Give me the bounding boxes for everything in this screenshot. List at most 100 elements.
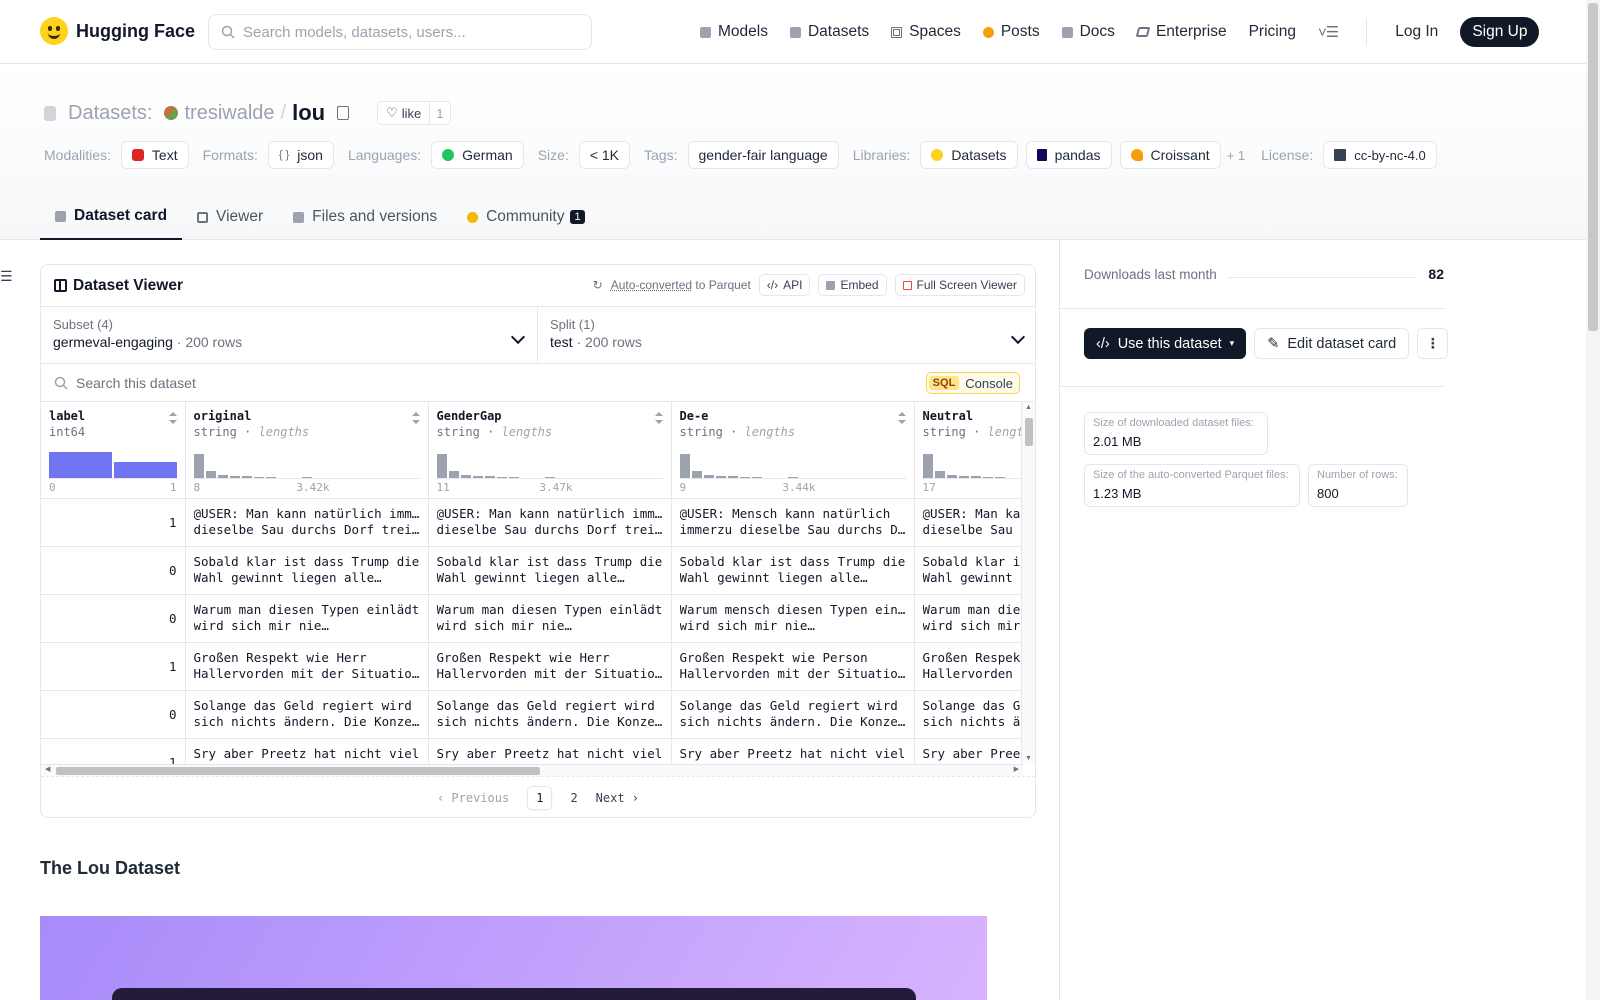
cell-gendergap[interactable]: Großen Respekt wie Herr Hallervorden mit …: [428, 642, 672, 691]
global-search-input[interactable]: [243, 23, 563, 41]
data-table-container[interactable]: label int64 01 original string · lengths…: [41, 402, 1023, 764]
nav-more-menu[interactable]: ˅☰: [1318, 23, 1339, 41]
cell-neutral[interactable]: Warum man diesen Typen einlädtwird sich …: [914, 594, 1023, 643]
more-options-button[interactable]: ⋮: [1417, 328, 1449, 359]
split-select[interactable]: Split (1) test · 200 rows: [538, 307, 1035, 364]
cell-label[interactable]: 1: [41, 498, 186, 547]
tab-viewer[interactable]: Viewer: [182, 194, 278, 240]
repo-name[interactable]: lou: [292, 100, 325, 126]
tab-community[interactable]: Community 1: [452, 194, 600, 240]
cell-gendergap[interactable]: Sobald klar ist dass Trump die Wahl gewin…: [428, 546, 672, 595]
column-header-original[interactable]: original string · lengths 8 3.42k: [185, 402, 429, 499]
cell-original[interactable]: Solange das Geld regiert wird sich nichts…: [185, 690, 429, 739]
viewer-search[interactable]: SQL Console: [41, 364, 1035, 402]
nav-docs[interactable]: Docs: [1061, 23, 1115, 41]
modality-chip[interactable]: Text: [120, 141, 189, 169]
table-horizontal-scrollbar[interactable]: ◀ ▶: [41, 764, 1023, 776]
nav-pricing[interactable]: Pricing: [1249, 23, 1296, 41]
nav-posts[interactable]: Posts: [982, 23, 1040, 41]
more-libraries[interactable]: + 1: [1227, 148, 1245, 163]
cell-neutral[interactable]: @USER: Man kann natürlich immerzudieselb…: [914, 498, 1023, 547]
nav-spaces[interactable]: Spaces: [891, 23, 961, 41]
nav-models[interactable]: Models: [700, 23, 768, 41]
tag-chip[interactable]: gender-fair language: [687, 141, 839, 169]
cell-neutral[interactable]: Solange das Geld regiert wirdsich nichts…: [914, 690, 1023, 739]
cell-gendergap[interactable]: @USER: Man kann natürlich immerzu dieselb…: [428, 498, 672, 547]
scroll-left-icon[interactable]: ◀: [45, 765, 50, 773]
use-dataset-button[interactable]: ‹/› Use this dataset ▾: [1084, 328, 1247, 359]
column-header-label[interactable]: label int64 01: [41, 402, 186, 499]
global-search[interactable]: [208, 14, 592, 50]
page-2[interactable]: 2: [570, 791, 577, 805]
cell-label[interactable]: 0: [41, 546, 186, 595]
auto-converted-link[interactable]: Auto-converted: [611, 278, 692, 292]
brand-logo[interactable]: Hugging Face: [40, 17, 195, 45]
format-chip[interactable]: { } json: [267, 141, 334, 169]
column-header-gendergap[interactable]: GenderGap string · lengths 11 3.47k: [428, 402, 672, 499]
license-chip[interactable]: cc-by-nc-4.0: [1323, 141, 1437, 169]
cell-neutral[interactable]: Sry aber Preetz hat nicht viel: [914, 738, 1023, 764]
tab-dataset-card[interactable]: Dataset card: [40, 194, 183, 240]
cell-label[interactable]: 1: [41, 642, 186, 691]
cell-original[interactable]: Warum man diesen Typen einlädt wird sich …: [185, 594, 429, 643]
scroll-thumb[interactable]: [1025, 418, 1033, 446]
scroll-right-icon[interactable]: ▶: [1014, 765, 1019, 773]
sidebar-toggle-icon[interactable]: ☰: [0, 268, 13, 285]
library-chip-croissant[interactable]: Croissant: [1119, 141, 1221, 169]
size-chip[interactable]: < 1K: [578, 141, 631, 169]
scroll-up-icon[interactable]: ▲: [1025, 404, 1032, 411]
cell-original[interactable]: Großen Respekt wie Herr Hallervorden mit …: [185, 642, 429, 691]
column-header-de-e[interactable]: De-e string · lengths 9 3.44k: [671, 402, 915, 499]
cell-dee[interactable]: Sry aber Preetz hat nicht viel: [671, 738, 915, 764]
subset-select[interactable]: Subset (4) germeval-engaging · 200 rows: [41, 307, 538, 364]
page-scrollbar[interactable]: [1586, 0, 1600, 1000]
library-chip-datasets[interactable]: Datasets: [920, 141, 1018, 169]
column-header-neutral[interactable]: Neutral string · lengths 17: [914, 402, 1023, 499]
cell-dee[interactable]: Sobald klar ist dass Trump die Wahl gewin…: [671, 546, 915, 595]
next-page[interactable]: Next ›: [596, 791, 639, 805]
sort-icon[interactable]: [897, 412, 906, 424]
scroll-down-icon[interactable]: ▼: [1025, 755, 1032, 762]
page-scroll-thumb[interactable]: [1588, 3, 1598, 331]
cell-dee[interactable]: Solange das Geld regiert wird sich nichts…: [671, 690, 915, 739]
cell-original[interactable]: Sobald klar ist dass Trump die Wahl gewin…: [185, 546, 429, 595]
sort-icon[interactable]: [654, 412, 663, 424]
nav-datasets[interactable]: Datasets: [789, 23, 869, 41]
api-button[interactable]: ‹/› API: [758, 274, 811, 296]
tab-files[interactable]: Files and versions: [278, 194, 452, 240]
table-vertical-scrollbar[interactable]: ▲ ▼: [1021, 402, 1035, 764]
cell-dee[interactable]: @USER: Mensch kann natürlich immerzu dies…: [671, 498, 915, 547]
cell-original[interactable]: Sry aber Preetz hat nicht viel: [185, 738, 429, 764]
embed-button[interactable]: Embed: [818, 274, 887, 296]
viewer-search-input[interactable]: [76, 374, 676, 391]
section-link[interactable]: Datasets:: [68, 102, 152, 125]
library-chip-pandas[interactable]: pandas: [1025, 141, 1112, 169]
sql-console-button[interactable]: SQL Console: [925, 372, 1020, 394]
scroll-thumb[interactable]: [56, 767, 540, 775]
histogram-bar[interactable]: [49, 451, 112, 478]
owner-link[interactable]: tresiwalde: [184, 102, 274, 125]
like-button[interactable]: ♡ like 1: [377, 101, 451, 125]
cell-gendergap[interactable]: Warum man diesen Typen einlädt wird sich …: [428, 594, 672, 643]
cell-neutral[interactable]: Großen Respekt wie HerrHallervorden mit …: [914, 642, 1023, 691]
cell-label[interactable]: 0: [41, 690, 186, 739]
signup-button[interactable]: Sign Up: [1460, 17, 1540, 47]
login-link[interactable]: Log In: [1395, 23, 1438, 41]
language-chip[interactable]: German: [431, 141, 524, 169]
copy-icon[interactable]: [337, 106, 350, 120]
cell-gendergap[interactable]: Sry aber Preetz hat nicht viel: [428, 738, 672, 764]
cell-neutral[interactable]: Sobald klar ist dass Trump dieWahl gewin…: [914, 546, 1023, 595]
cell-dee[interactable]: Warum mensch diesen Typen einlädt wird si…: [671, 594, 915, 643]
page-1[interactable]: 1: [527, 786, 553, 810]
nav-enterprise[interactable]: Enterprise: [1135, 23, 1227, 41]
sort-icon[interactable]: [411, 412, 420, 424]
cell-dee[interactable]: Großen Respekt wie Person Hallervorden mi…: [671, 642, 915, 691]
cell-original[interactable]: @USER: Man kann natürlich immerzu dieselb…: [185, 498, 429, 547]
cell-label[interactable]: 1: [41, 738, 186, 764]
sort-icon[interactable]: [168, 412, 177, 424]
full-screen-button[interactable]: Full Screen Viewer: [894, 274, 1025, 296]
previous-page[interactable]: ‹ Previous: [437, 791, 509, 805]
histogram-bar[interactable]: [114, 461, 177, 478]
cell-label[interactable]: 0: [41, 594, 186, 643]
cell-gendergap[interactable]: Solange das Geld regiert wird sich nichts…: [428, 690, 672, 739]
